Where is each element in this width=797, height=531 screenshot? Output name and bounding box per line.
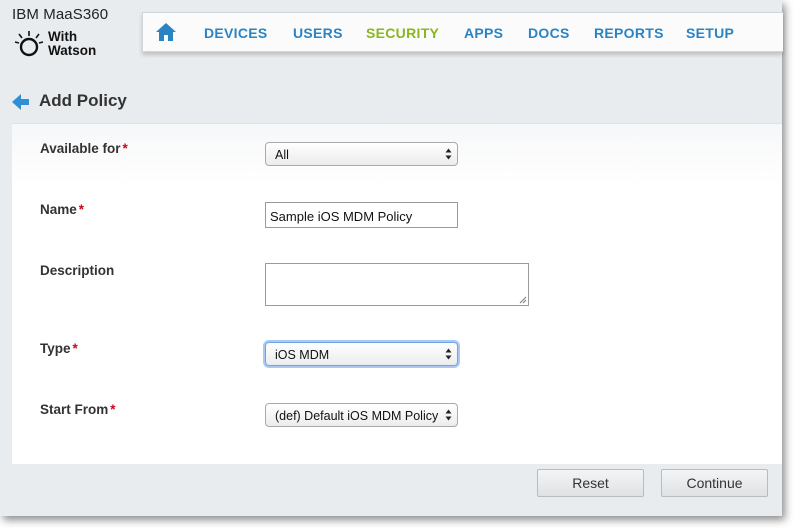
with-text: With — [48, 29, 78, 44]
name-input-value: Sample iOS MDM Policy — [270, 209, 413, 224]
nav-apps[interactable]: APPS — [464, 25, 503, 41]
description-textarea[interactable] — [265, 263, 529, 306]
start-from-value: (def) Default iOS MDM Policy — [275, 409, 439, 423]
available-for-label-text: Available for — [40, 141, 121, 156]
nav-devices[interactable]: DEVICES — [204, 25, 268, 41]
watson-logo-icon — [14, 31, 44, 57]
available-for-value: All — [275, 148, 289, 162]
required-marker: * — [110, 402, 116, 417]
available-for-select[interactable]: All — [265, 142, 458, 166]
back-arrow-icon[interactable] — [12, 93, 30, 111]
nav-setup[interactable]: SETUP — [686, 25, 734, 41]
nav-security[interactable]: SECURITY — [366, 25, 439, 41]
type-label: Type * — [40, 341, 78, 356]
start-from-label: Start From * — [40, 402, 116, 417]
continue-button[interactable]: Continue — [661, 469, 768, 497]
resize-grip-icon[interactable] — [519, 296, 527, 304]
nav-users[interactable]: USERS — [293, 25, 343, 41]
description-label: Description — [40, 263, 115, 278]
required-marker: * — [78, 202, 85, 217]
available-for-label: Available for * — [40, 141, 128, 156]
with-watson-text: With Watson — [48, 30, 96, 58]
watson-text: Watson — [48, 43, 97, 58]
select-arrows-icon — [445, 348, 452, 360]
page-title: Add Policy — [39, 91, 127, 110]
name-label: Name * — [40, 202, 84, 217]
select-arrows-icon — [445, 409, 452, 421]
home-icon[interactable] — [155, 22, 177, 42]
nav-reports[interactable]: REPORTS — [594, 25, 664, 41]
name-label-text: Name — [40, 202, 77, 217]
name-input[interactable]: Sample iOS MDM Policy — [265, 202, 458, 228]
nav-docs[interactable]: DOCS — [528, 25, 570, 41]
app-window: IBM MaaS360 With Watson DEVICES USERS SE… — [0, 0, 783, 516]
top-nav: DEVICES USERS SECURITY APPS DOCS REPORTS… — [142, 12, 783, 52]
type-label-text: Type — [40, 341, 71, 356]
type-select[interactable]: iOS MDM — [265, 342, 458, 366]
brand-name: IBM MaaS360 — [12, 6, 109, 23]
watson-badge: With Watson — [12, 26, 132, 60]
required-marker: * — [72, 341, 78, 356]
required-marker: * — [122, 141, 128, 156]
policy-form: Available for * All Name * Sample iOS MDM … — [12, 123, 782, 464]
brand-logo: IBM MaaS360 With Watson — [12, 6, 109, 58]
start-from-label-text: Start From — [40, 402, 109, 417]
start-from-select[interactable]: (def) Default iOS MDM Policy — [265, 403, 458, 427]
reset-button[interactable]: Reset — [537, 469, 644, 497]
select-arrows-icon — [445, 148, 452, 160]
type-value: iOS MDM — [275, 348, 330, 362]
